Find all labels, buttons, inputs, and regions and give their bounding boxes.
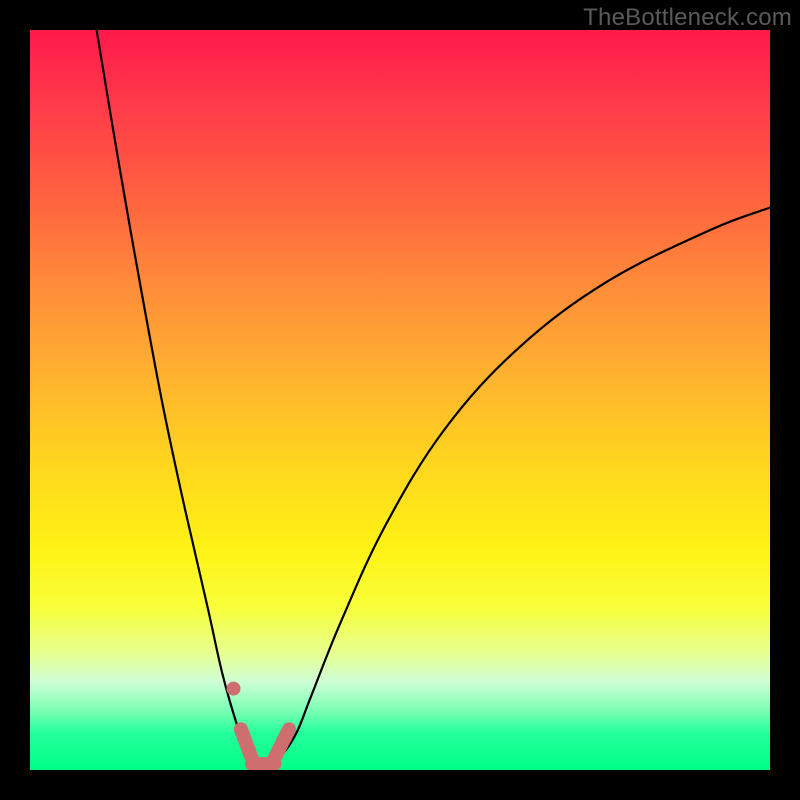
dot-left (227, 682, 241, 696)
chart-svg (30, 30, 770, 770)
seg-a (241, 729, 252, 759)
bottleneck-curve (97, 30, 770, 768)
watermark-text: TheBottleneck.com (583, 4, 792, 32)
seg-c (274, 729, 289, 759)
plot-area (30, 30, 770, 770)
marker-layer (227, 682, 290, 764)
chart-frame: TheBottleneck.com (0, 0, 800, 800)
